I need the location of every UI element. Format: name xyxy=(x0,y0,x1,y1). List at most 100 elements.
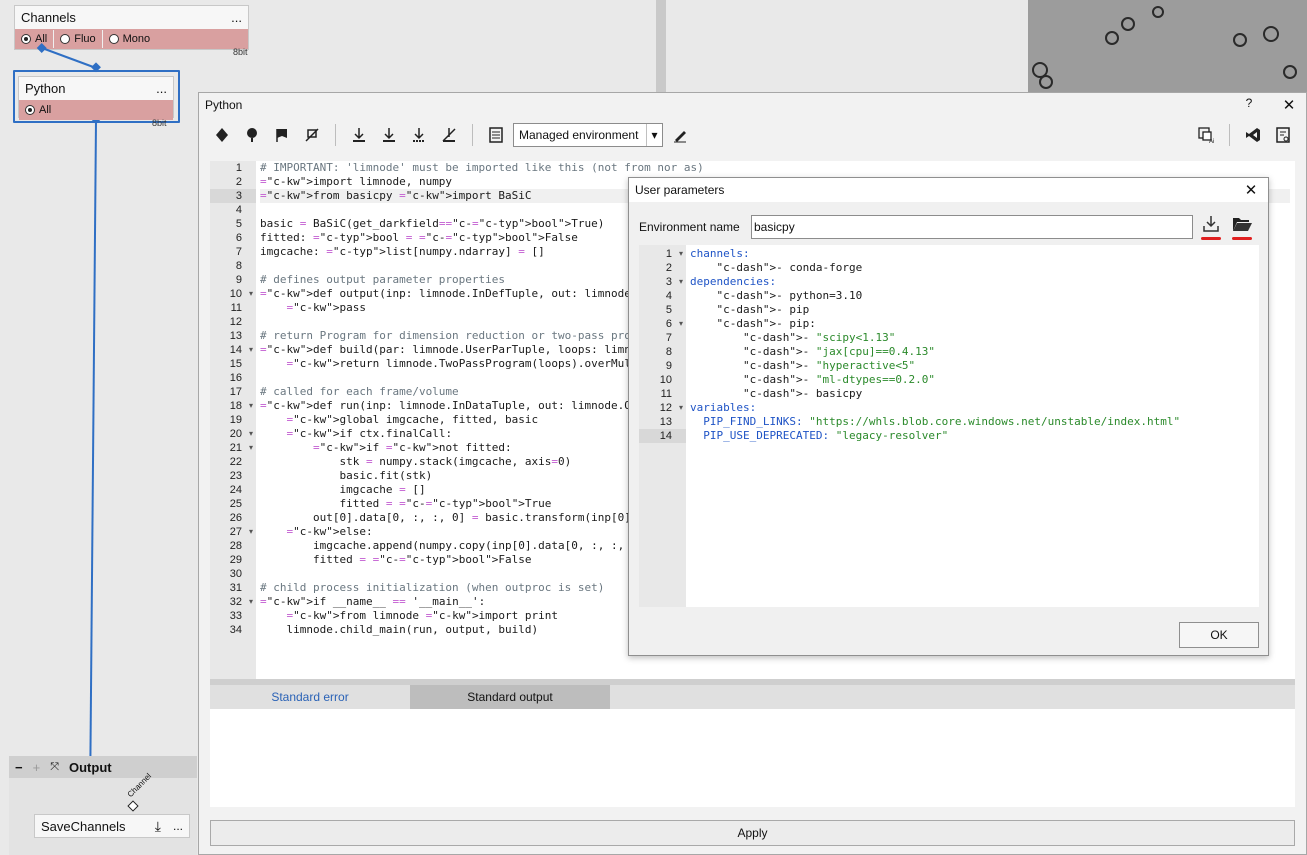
tab-standard-output[interactable]: Standard output xyxy=(410,685,610,709)
yaml-gutter: 1 ▾ 2 3 ▾ 4 5 6 ▾ 7 8 9 10 11 12 ▾ 13 14 xyxy=(639,245,686,607)
tab-standard-error[interactable]: Standard error xyxy=(210,685,410,709)
document-icon[interactable] xyxy=(483,122,509,148)
fold-arrow-icon[interactable]: ▾ xyxy=(679,275,683,289)
pin-icon[interactable] xyxy=(209,122,235,148)
connection-wires xyxy=(36,43,101,811)
channels-node-menu-button[interactable]: ... xyxy=(231,10,242,25)
yaml-line[interactable]: "c-dash">- pip: xyxy=(690,317,1180,331)
line-number: 2 xyxy=(235,176,242,188)
fold-arrow-icon[interactable]: ▾ xyxy=(249,595,253,609)
line-number: 13 xyxy=(659,416,672,428)
yaml-line[interactable]: dependencies: xyxy=(690,275,1180,289)
radio-python-all[interactable]: All xyxy=(19,101,57,119)
line-number: 8 xyxy=(235,260,242,272)
yaml-line[interactable]: "c-dash">- "scipy<1.13" xyxy=(690,331,1180,345)
yaml-line[interactable]: "c-dash">- basicpy xyxy=(690,387,1180,401)
vertical-divider[interactable] xyxy=(656,0,666,92)
line-number: 7 xyxy=(665,332,672,344)
line-number: 28 xyxy=(229,540,242,552)
fold-arrow-icon[interactable]: ▾ xyxy=(249,525,253,539)
python-node[interactable]: Python ... All xyxy=(18,76,174,120)
line-number: 33 xyxy=(229,610,242,622)
fit-icon[interactable]: ⤧ xyxy=(50,761,59,774)
line-number: 21 ▾ xyxy=(229,441,253,455)
output-panel-title: Output xyxy=(69,759,112,775)
yaml-text[interactable]: channels: "c-dash">- conda-forge dependen… xyxy=(690,247,1180,443)
fold-arrow-icon[interactable]: ▾ xyxy=(249,399,253,413)
fold-arrow-icon[interactable]: ▾ xyxy=(249,287,253,301)
line-number: 10 xyxy=(659,374,672,386)
settings-doc-icon[interactable] xyxy=(1270,122,1296,148)
save-channels-node[interactable]: SaveChannels ⤓ ... xyxy=(34,814,190,838)
python-window-titlebar: Python ? ✕ xyxy=(199,93,1306,117)
python-node-title: Python xyxy=(25,81,66,96)
python-node-menu-button[interactable]: ... xyxy=(156,81,167,96)
line-number: 34 xyxy=(229,624,242,636)
vscode-icon[interactable] xyxy=(1240,122,1266,148)
yaml-line[interactable]: channels: xyxy=(690,247,1180,261)
line-number: 13 xyxy=(229,330,242,342)
yaml-line[interactable]: PIP_USE_DEPRECATED: "legacy-resolver" xyxy=(690,429,1180,443)
download-icon[interactable] xyxy=(1201,214,1221,237)
standard-output-console[interactable] xyxy=(210,709,1295,807)
dialog-close-button[interactable]: ✕ xyxy=(1240,181,1262,199)
python-toolbar: Managed environment ▾ Ai xyxy=(199,117,1306,153)
line-number: 3 ▾ xyxy=(665,275,683,289)
apply-button[interactable]: Apply xyxy=(210,820,1295,846)
yaml-line[interactable]: variables: xyxy=(690,401,1180,415)
yaml-line[interactable]: "c-dash">- conda-forge xyxy=(690,261,1180,275)
yaml-line[interactable]: "c-dash">- python=3.10 xyxy=(690,289,1180,303)
balloon-icon[interactable] xyxy=(239,122,265,148)
import-icon[interactable] xyxy=(346,122,372,148)
output-tabs-area: Standard error Standard output xyxy=(210,679,1295,814)
line-number: 25 xyxy=(229,498,242,510)
environment-name-input[interactable]: basicpy xyxy=(751,215,1193,239)
toolbar-separator xyxy=(335,124,336,146)
fold-arrow-icon[interactable]: ▾ xyxy=(679,317,683,331)
import-multi-icon[interactable] xyxy=(406,122,432,148)
plus-icon[interactable]: + xyxy=(33,760,41,775)
minus-icon[interactable]: − xyxy=(15,760,23,775)
line-number: 26 xyxy=(229,512,242,524)
yaml-line[interactable]: "c-dash">- pip xyxy=(690,303,1180,317)
yaml-line[interactable]: "c-dash">- "hyperactive<5" xyxy=(690,359,1180,373)
line-number: 20 ▾ xyxy=(229,427,253,441)
chevron-down-icon[interactable]: ▾ xyxy=(646,124,662,146)
environment-select[interactable]: Managed environment ▾ xyxy=(513,123,663,147)
line-number: 14 ▾ xyxy=(229,343,253,357)
line-number: 18 ▾ xyxy=(229,399,253,413)
edit-environment-icon[interactable] xyxy=(667,122,693,148)
line-number: 1 ▾ xyxy=(665,247,683,261)
fold-arrow-icon[interactable]: ▾ xyxy=(679,401,683,415)
line-number: 30 xyxy=(229,568,242,580)
line-number: 4 xyxy=(665,290,672,302)
yaml-line[interactable]: "c-dash">- "jax[cpu]==0.4.13" xyxy=(690,345,1180,359)
line-number: 11 xyxy=(230,302,242,314)
fold-arrow-icon[interactable]: ▾ xyxy=(249,427,253,441)
yaml-line[interactable]: "c-dash">- "ml-dtypes==0.2.0" xyxy=(690,373,1180,387)
save-channels-menu-button[interactable]: ... xyxy=(173,819,183,833)
import-alt-icon[interactable] xyxy=(376,122,402,148)
ai-assist-icon[interactable]: Ai xyxy=(1193,122,1219,148)
cells-image xyxy=(1028,0,1307,92)
fold-arrow-icon[interactable]: ▾ xyxy=(249,441,253,455)
yaml-line[interactable]: PIP_FIND_LINKS: "https://whls.blob.core.… xyxy=(690,415,1180,429)
line-number: 5 xyxy=(665,304,672,316)
help-button[interactable]: ? xyxy=(1238,96,1260,114)
line-number: 6 xyxy=(235,232,242,244)
clear-markers-icon[interactable] xyxy=(299,122,325,148)
clear-import-icon[interactable] xyxy=(436,122,462,148)
environment-yaml-editor[interactable]: 1 ▾ 2 3 ▾ 4 5 6 ▾ 7 8 9 10 11 12 ▾ 13 14 channels: "c-das… xyxy=(639,245,1259,607)
fold-arrow-icon[interactable]: ▾ xyxy=(679,247,683,261)
line-number: 32 ▾ xyxy=(229,595,253,609)
line-number: 5 xyxy=(235,218,242,230)
code-line[interactable]: # IMPORTANT: 'limnode' must be imported … xyxy=(260,161,1290,175)
ok-button[interactable]: OK xyxy=(1179,622,1259,648)
folder-open-icon[interactable] xyxy=(1231,214,1253,237)
flag-icon[interactable] xyxy=(269,122,295,148)
line-number: 31 xyxy=(229,582,242,594)
close-button[interactable]: ✕ xyxy=(1278,96,1300,114)
fold-arrow-icon[interactable]: ▾ xyxy=(249,343,253,357)
download-icon[interactable]: ⤓ xyxy=(155,818,161,835)
dialog-title: User parameters xyxy=(635,183,725,197)
